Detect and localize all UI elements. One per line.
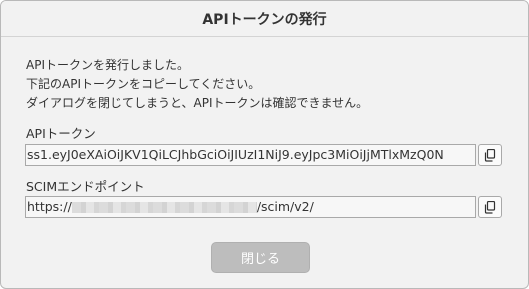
message-line-2: 下記のAPIトークンをコピーしてください。 <box>26 77 261 91</box>
redacted-host <box>71 202 257 213</box>
close-button[interactable]: 閉じる <box>211 242 310 273</box>
api-token-dialog: APIトークンの発行 APIトークンを発行しました。 下記のAPIトークンをコピ… <box>0 0 529 289</box>
api-token-field[interactable]: ss1.eyJ0eXAiOiJKV1QiLCJhbGciOiJIUzI1NiJ9… <box>25 144 476 166</box>
scim-url-suffix: /scim/v2/ <box>256 199 314 214</box>
copy-api-token-button[interactable] <box>478 144 502 166</box>
copy-icon <box>484 148 496 162</box>
scim-endpoint-label: SCIMエンドポイント <box>26 179 145 194</box>
api-token-label: APIトークン <box>26 126 96 141</box>
scim-url-prefix: https:// <box>27 199 72 214</box>
dialog-title: APIトークンの発行 <box>1 1 528 37</box>
scim-endpoint-field[interactable]: https:// /scim/v2/ <box>25 196 476 218</box>
dialog-message: APIトークンを発行しました。 下記のAPIトークンをコピーしてください。 ダイ… <box>26 56 368 113</box>
copy-icon <box>484 200 496 214</box>
copy-scim-endpoint-button[interactable] <box>478 196 502 218</box>
message-line-1: APIトークンを発行しました。 <box>26 58 189 72</box>
message-line-3: ダイアログを閉じてしまうと、APIトークンは確認できません。 <box>26 96 369 110</box>
